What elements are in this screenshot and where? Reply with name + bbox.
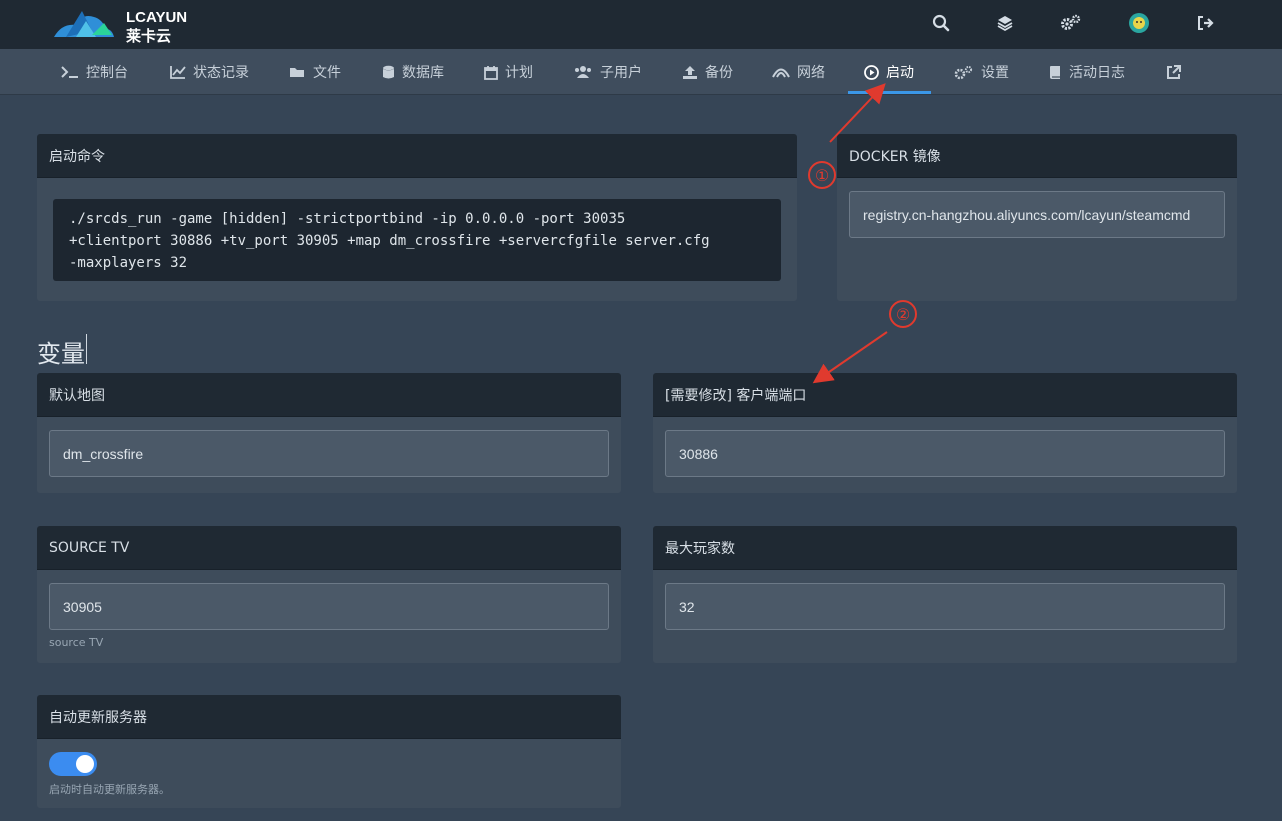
annotation-arrow-1 [829, 83, 886, 143]
annotation-arrows [812, 83, 888, 384]
annotation-number-2: ② [889, 300, 917, 328]
annotation-arrow-2 [812, 331, 888, 384]
annotation-number-1: ① [808, 161, 836, 189]
